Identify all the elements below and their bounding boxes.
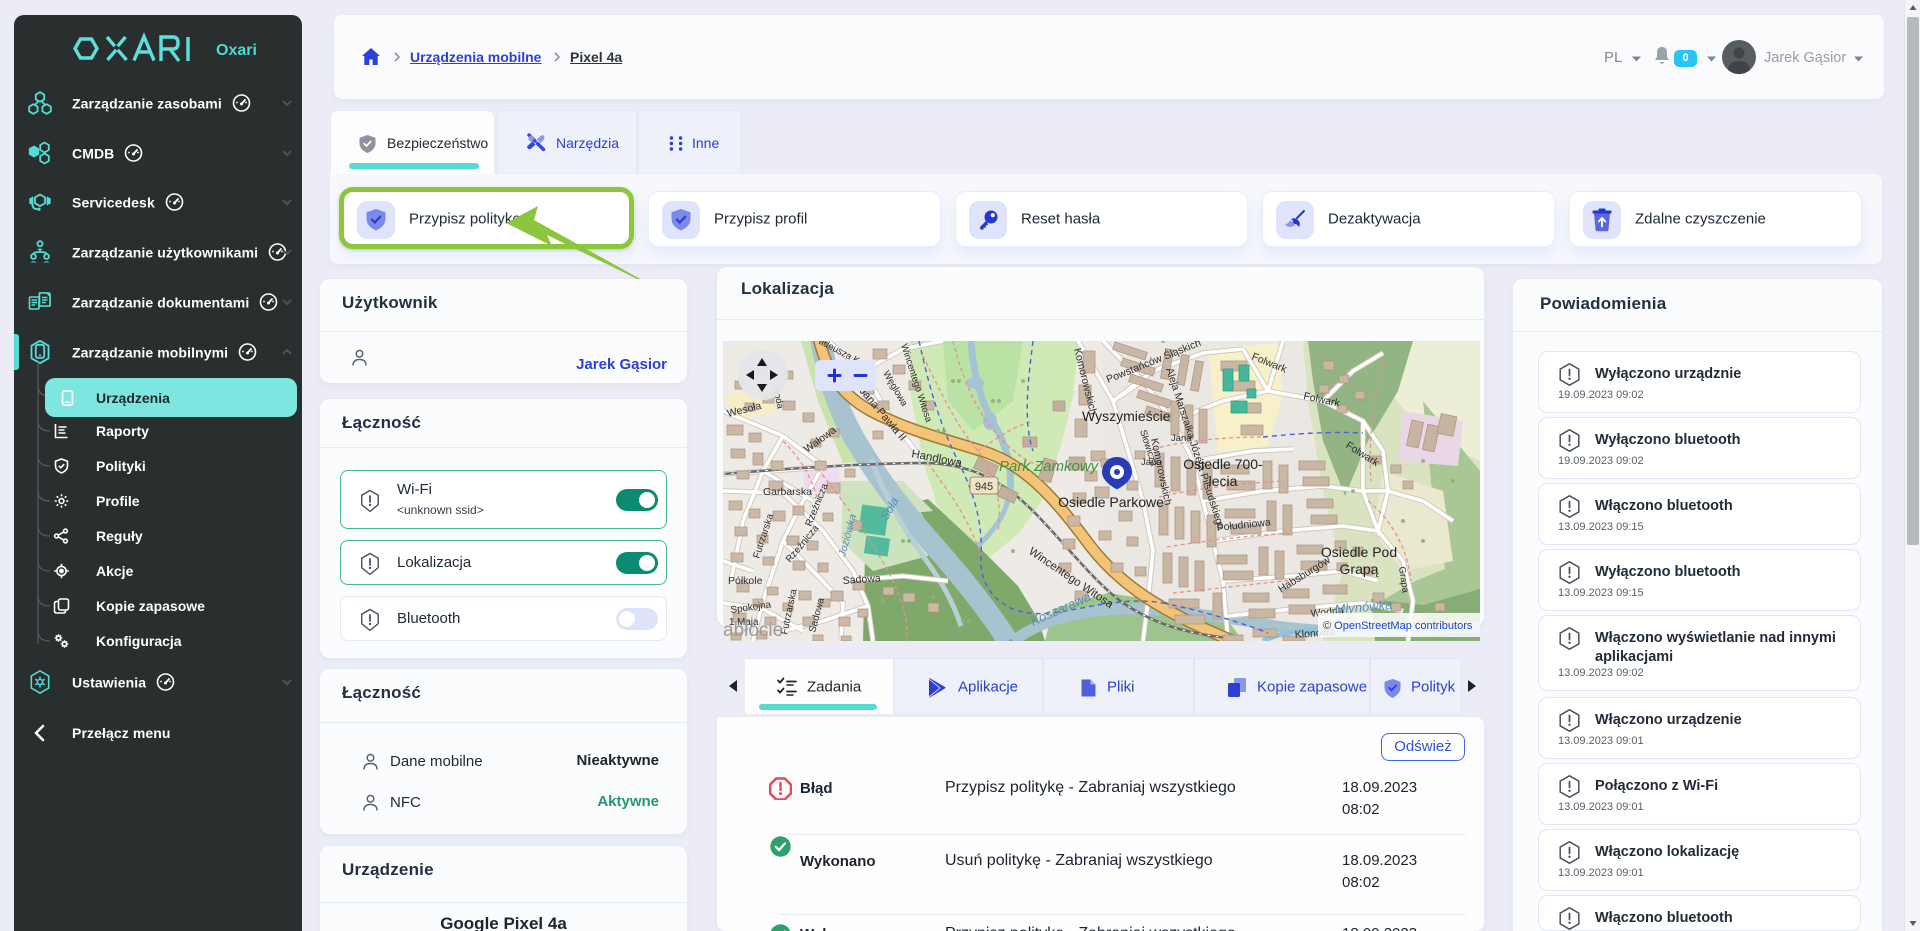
svg-text:© OpenStreetMap contributors: © OpenStreetMap contributors: [1323, 620, 1473, 632]
svg-text:Grapą: Grapą: [1340, 561, 1379, 577]
svg-text:abłocie: abłocie: [723, 620, 783, 641]
svg-text:Oxari: Oxari: [216, 42, 257, 59]
svg-text:Wyszymieście: Wyszymieście: [1082, 408, 1171, 424]
svg-text:Garbarska: Garbarska: [763, 486, 812, 498]
svg-text:Jana: Jana: [1171, 433, 1192, 444]
svg-text:Osiedle Parkowe: Osiedle Parkowe: [1058, 494, 1164, 510]
svg-text:lecia: lecia: [1209, 473, 1238, 489]
svg-text:Osiedle 700-: Osiedle 700-: [1183, 456, 1263, 472]
svg-text:Jana: Jana: [1141, 457, 1162, 468]
svg-text:945: 945: [975, 481, 993, 493]
svg-text:Park Zamkowy: Park Zamkowy: [999, 458, 1100, 475]
svg-text:Półkole: Półkole: [728, 575, 763, 587]
svg-text:Osiedle Pod: Osiedle Pod: [1321, 544, 1397, 560]
